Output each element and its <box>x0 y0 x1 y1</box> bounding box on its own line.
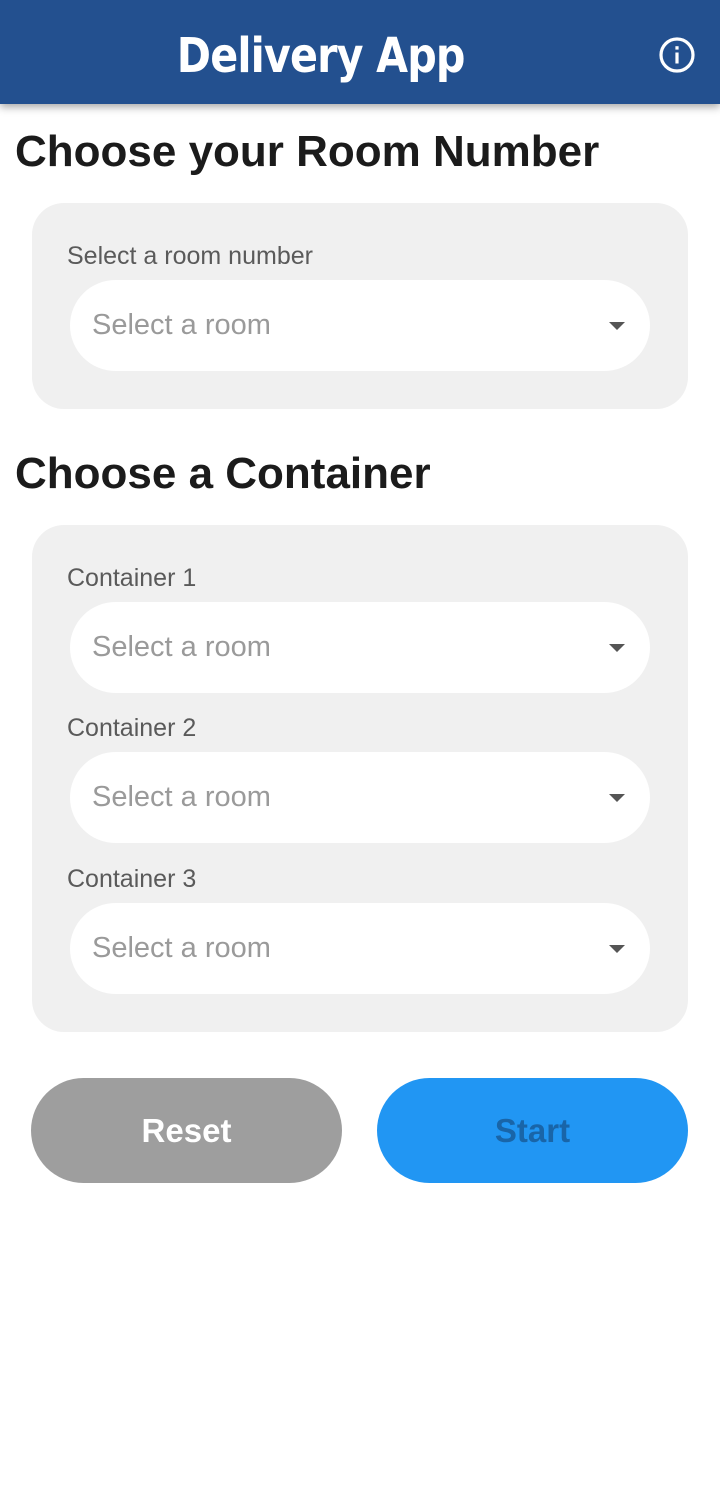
room-section-title: Choose your Room Number <box>15 127 600 176</box>
dropdown-arrow-icon <box>609 322 625 330</box>
container-section-title: Choose a Container <box>15 449 431 498</box>
room-number-label: Select a room number <box>67 242 313 270</box>
container-3-dropdown[interactable]: Select a room <box>70 903 650 994</box>
container-3-label: Container 3 <box>67 865 197 893</box>
container-2-label: Container 2 <box>67 714 197 742</box>
dropdown-arrow-icon <box>609 945 625 953</box>
container-3-placeholder: Select a room <box>92 932 271 964</box>
container-1-dropdown[interactable]: Select a room <box>70 602 650 693</box>
app-title: Delivery App <box>176 28 466 84</box>
room-number-dropdown[interactable]: Select a room <box>70 280 650 371</box>
container-2-dropdown[interactable]: Select a room <box>70 752 650 843</box>
room-selection-card: Select a room number Select a room <box>32 203 688 409</box>
container-1-placeholder: Select a room <box>92 631 271 663</box>
dropdown-arrow-icon <box>609 794 625 802</box>
info-icon[interactable] <box>656 34 698 76</box>
container-selection-card: Container 1 Select a room Container 2 Se… <box>32 525 688 1032</box>
start-button[interactable]: Start <box>377 1078 688 1183</box>
reset-button[interactable]: Reset <box>31 1078 342 1183</box>
room-number-placeholder: Select a room <box>92 309 271 341</box>
app-bar: Delivery App <box>0 0 720 104</box>
container-1-label: Container 1 <box>67 564 197 592</box>
container-2-placeholder: Select a room <box>92 781 271 813</box>
dropdown-arrow-icon <box>609 644 625 652</box>
